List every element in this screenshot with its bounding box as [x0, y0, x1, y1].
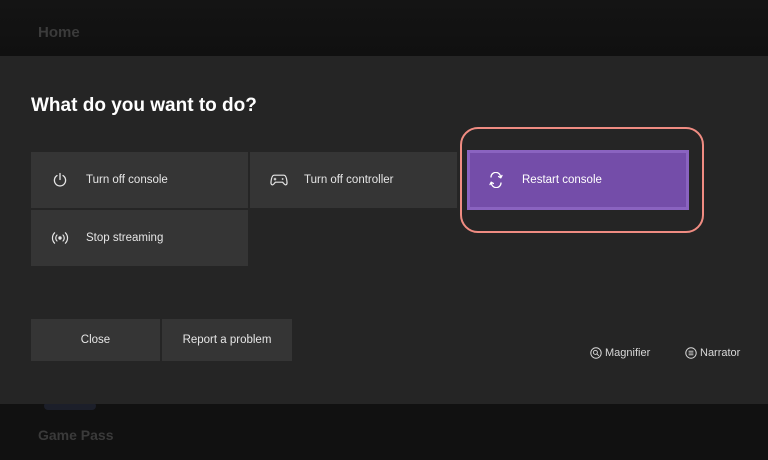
restart-icon	[487, 171, 505, 189]
restart-console-button[interactable]: Restart console	[467, 150, 689, 210]
narrator-label: Narrator	[700, 347, 741, 359]
stop-streaming-button[interactable]: Stop streaming	[31, 210, 248, 266]
power-icon	[51, 171, 69, 189]
dashboard-game-pass-label: Game Pass	[38, 427, 114, 443]
turn-off-controller-button[interactable]: Turn off controller	[250, 152, 457, 208]
turn-off-console-button[interactable]: Turn off console	[31, 152, 248, 208]
power-dialog: What do you want to do? Turn off console	[0, 56, 768, 404]
close-button[interactable]: Close	[31, 319, 160, 361]
menu-button-icon	[685, 347, 697, 359]
magnifier-shortcut[interactable]: Magnifier	[590, 347, 650, 359]
dashboard-footer	[0, 404, 768, 460]
turn-off-console-label: Turn off console	[86, 174, 168, 186]
magnifier-button-icon	[590, 347, 602, 359]
stop-streaming-label: Stop streaming	[86, 232, 164, 244]
controller-icon	[270, 171, 288, 189]
dashboard-header	[0, 0, 768, 56]
narrator-shortcut[interactable]: Narrator	[685, 347, 740, 359]
dashboard-home-label: Home	[38, 24, 80, 41]
report-problem-button[interactable]: Report a problem	[162, 319, 292, 361]
screen: Home Game Pass What do you want to do? T…	[0, 0, 768, 460]
dialog-title: What do you want to do?	[31, 95, 257, 116]
streaming-icon	[51, 229, 69, 247]
restart-console-label: Restart console	[522, 174, 602, 186]
turn-off-controller-label: Turn off controller	[304, 174, 394, 186]
magnifier-label: Magnifier	[605, 347, 651, 359]
